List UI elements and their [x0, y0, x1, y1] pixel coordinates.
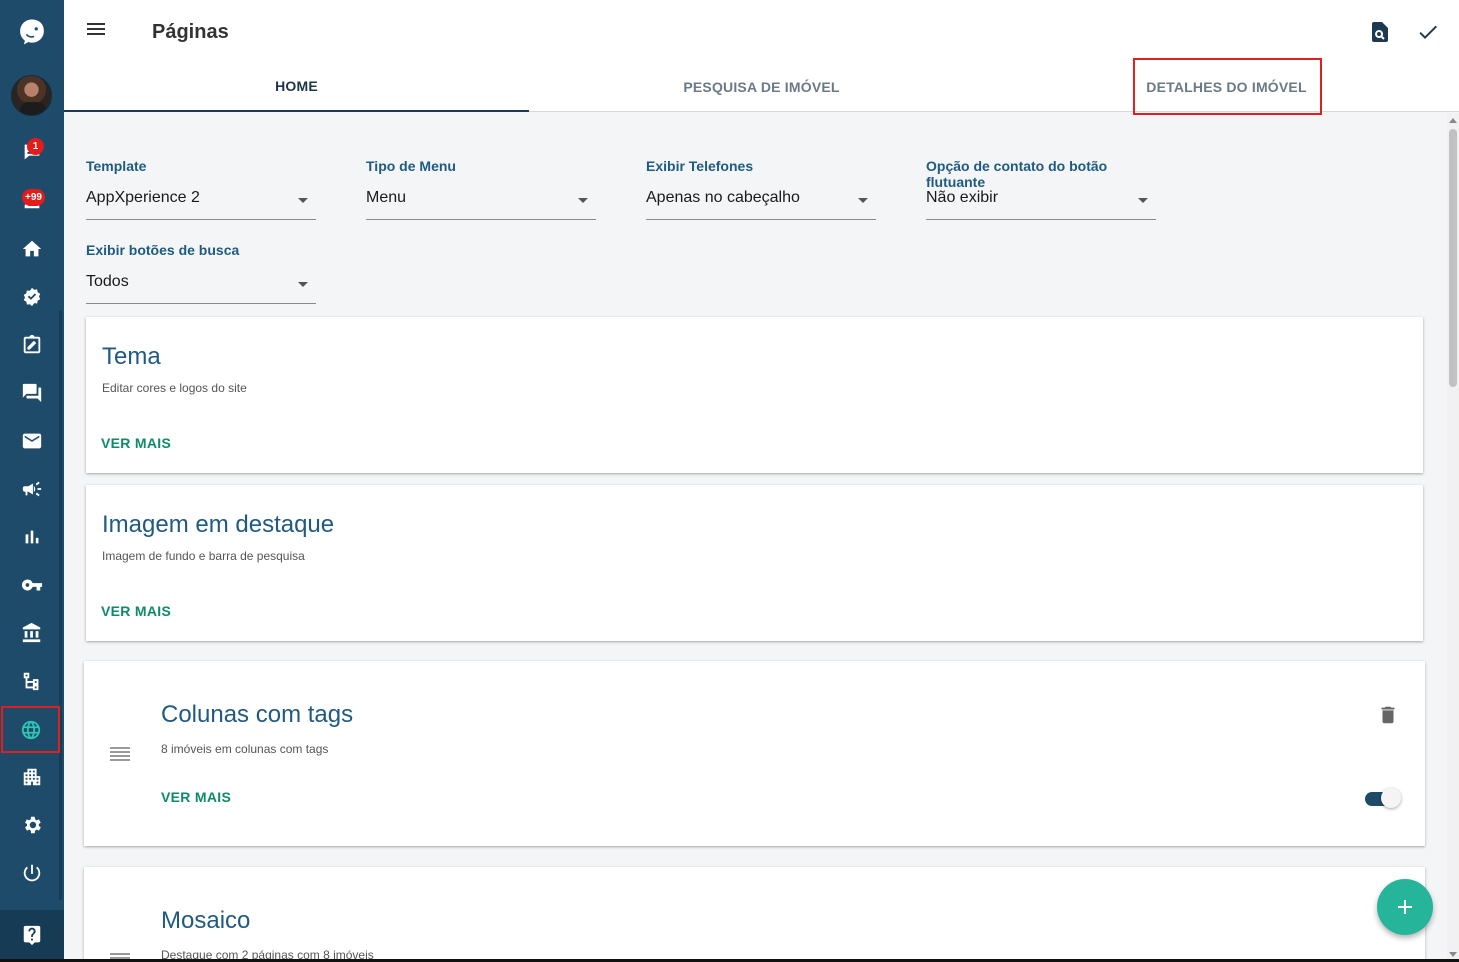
- card-title: Colunas com tags: [161, 701, 354, 728]
- card-title: Imagem em destaque: [102, 511, 335, 538]
- avatar[interactable]: [11, 75, 52, 116]
- menu-type-label: Tipo de Menu: [366, 158, 456, 174]
- search-buttons-select[interactable]: Exibir botões de busca Todos: [86, 242, 316, 304]
- help-icon[interactable]: [0, 912, 64, 958]
- reports-icon[interactable]: [0, 514, 64, 560]
- mail-icon[interactable]: [0, 418, 64, 464]
- properties-icon[interactable]: [0, 754, 64, 800]
- scroll-down-icon[interactable]: [1449, 952, 1457, 957]
- hierarchy-icon[interactable]: [0, 658, 64, 704]
- chat-icon[interactable]: [0, 370, 64, 416]
- show-phones-value-text: Apenas no cabeçalho: [646, 189, 800, 206]
- floating-contact-value-text: Não exibir: [926, 189, 999, 206]
- logo-icon[interactable]: [0, 9, 64, 55]
- scrollbar-thumb[interactable]: [1449, 129, 1457, 387]
- preview-icon[interactable]: [1368, 20, 1392, 44]
- template-select[interactable]: Template AppXperience 2: [86, 158, 316, 220]
- card-title: Mosaico: [161, 907, 251, 934]
- template-label: Template: [86, 158, 147, 174]
- menu-type-select[interactable]: Tipo de Menu Menu: [366, 158, 596, 220]
- menu-type-value[interactable]: Menu: [366, 186, 596, 220]
- home-icon[interactable]: [0, 226, 64, 272]
- delete-icon[interactable]: [1377, 704, 1399, 731]
- dropdown-arrow-icon: [858, 198, 868, 203]
- scroll-up-icon[interactable]: [1449, 118, 1457, 123]
- add-section-button[interactable]: [1377, 879, 1433, 935]
- menu-icon[interactable]: [84, 20, 108, 44]
- plus-icon: [1398, 900, 1412, 914]
- contracts-icon[interactable]: [0, 322, 64, 368]
- page-title: Páginas: [152, 21, 229, 43]
- top-bar: Páginas HOME PESQUISA DE IMÓVEL DETALHES…: [64, 0, 1459, 115]
- featured-image-card: Imagem em destaque Imagem de fundo e bar…: [86, 485, 1423, 641]
- search-buttons-label: Exibir botões de busca: [86, 242, 240, 258]
- search-buttons-value-text: Todos: [86, 273, 129, 290]
- theme-card: Tema Editar cores e logos do site VER MA…: [86, 317, 1423, 473]
- main-content: Template AppXperience 2 Tipo de Menu Men…: [64, 113, 1447, 962]
- dropdown-arrow-icon: [1138, 198, 1148, 203]
- see-more-button[interactable]: VER MAIS: [101, 435, 171, 451]
- card-subtitle: Editar cores e logos do site: [102, 381, 247, 395]
- show-phones-value[interactable]: Apenas no cabeçalho: [646, 186, 876, 220]
- show-phones-select[interactable]: Exibir Telefones Apenas no cabeçalho: [646, 158, 876, 220]
- show-phones-label: Exibir Telefones: [646, 158, 754, 174]
- leads-icon[interactable]: +99: [0, 177, 64, 223]
- mosaic-card: Mosaico Destaque com 2 páginas com 8 imó…: [84, 867, 1425, 962]
- leads-badge: +99: [22, 189, 45, 206]
- dropdown-arrow-icon: [578, 198, 588, 203]
- see-more-button[interactable]: VER MAIS: [101, 603, 171, 619]
- floating-contact-select[interactable]: Opção de contato do botão flutuante Não …: [926, 158, 1166, 220]
- tab-home[interactable]: HOME: [64, 62, 529, 112]
- search-buttons-value[interactable]: Todos: [86, 270, 316, 304]
- template-value-text: AppXperience 2: [86, 189, 200, 206]
- card-subtitle: Imagem de fundo e barra de pesquisa: [102, 549, 305, 563]
- check-icon[interactable]: [1416, 20, 1440, 44]
- tag-columns-card: Colunas com tags 8 imóveis em colunas co…: [84, 661, 1425, 846]
- bank-icon[interactable]: [0, 610, 64, 656]
- tasks-icon[interactable]: [0, 274, 64, 320]
- campaign-icon[interactable]: [0, 466, 64, 512]
- tab-highlight-box: [1133, 58, 1322, 115]
- enable-toggle[interactable]: [1365, 788, 1401, 808]
- dropdown-arrow-icon: [298, 282, 308, 287]
- card-subtitle: 8 imóveis em colunas com tags: [161, 742, 329, 756]
- sidebar: 1 +99: [0, 0, 64, 962]
- see-more-button[interactable]: VER MAIS: [161, 789, 231, 805]
- notification-badge: 1: [27, 138, 44, 155]
- card-title: Tema: [102, 343, 161, 370]
- menu-type-value-text: Menu: [366, 189, 407, 206]
- notifications-icon[interactable]: 1: [0, 129, 64, 175]
- globe-icon[interactable]: [1, 706, 60, 753]
- dropdown-arrow-icon: [298, 198, 308, 203]
- floating-contact-value[interactable]: Não exibir: [926, 186, 1156, 220]
- keys-icon[interactable]: [0, 562, 64, 608]
- settings-icon[interactable]: [0, 802, 64, 848]
- power-icon[interactable]: [0, 850, 64, 896]
- drag-handle-icon[interactable]: [110, 747, 130, 763]
- page-scrollbar[interactable]: [1447, 113, 1459, 962]
- tab-property-search[interactable]: PESQUISA DE IMÓVEL: [529, 62, 994, 112]
- template-value[interactable]: AppXperience 2: [86, 186, 316, 220]
